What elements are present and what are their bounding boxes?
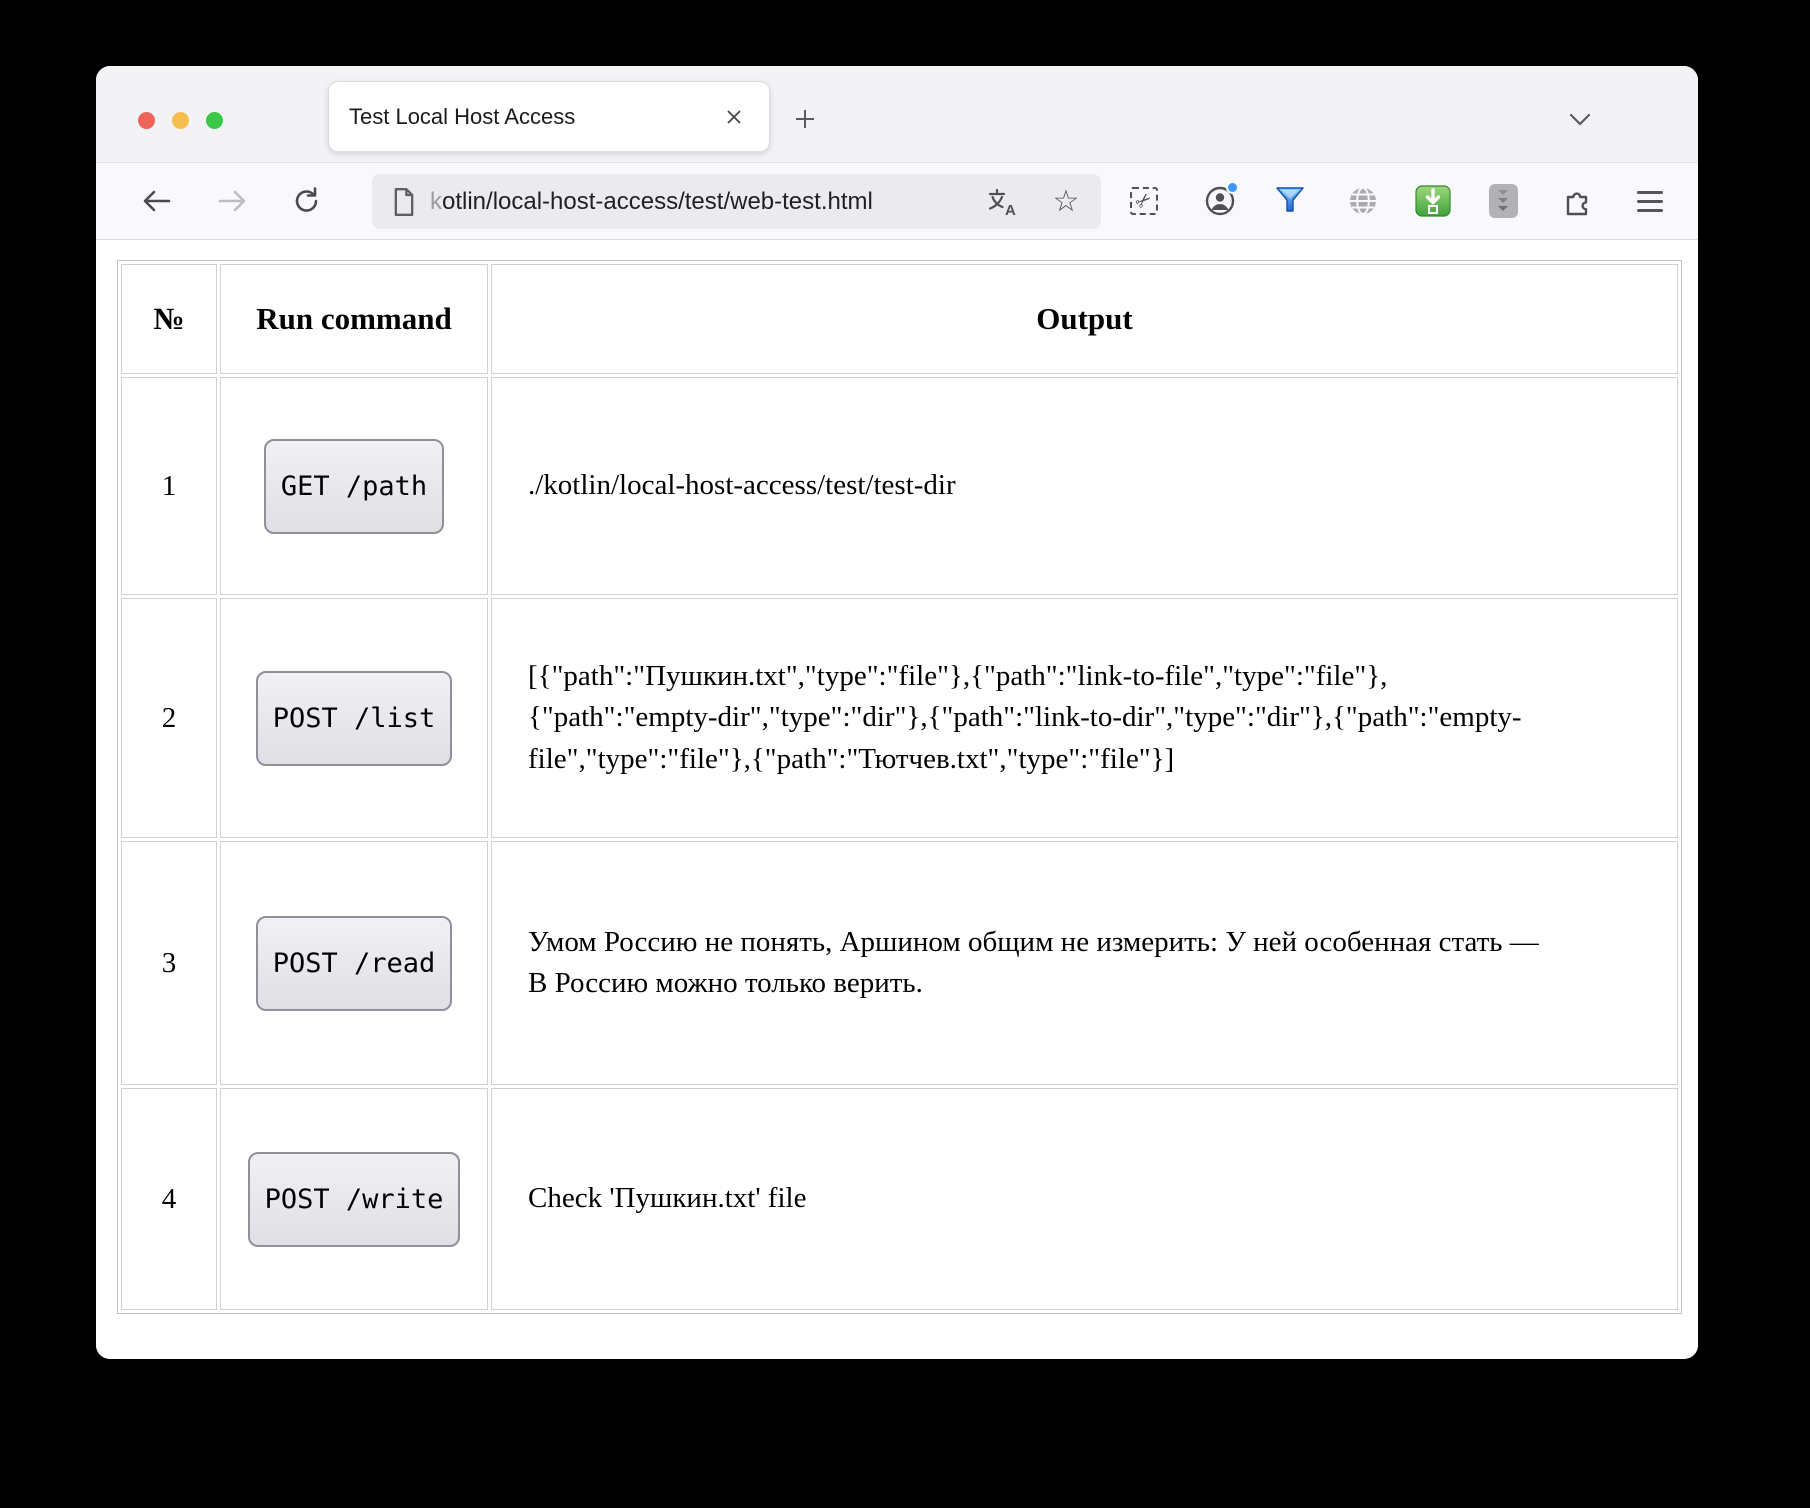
row-output: Check 'Пушкин.txt' file [491, 1088, 1678, 1310]
tab-close-icon[interactable] [719, 102, 749, 132]
row-number: 3 [121, 841, 217, 1085]
table-row: 1 GET /path ./kotlin/local-host-access/t… [121, 377, 1678, 595]
tab-bar: Test Local Host Access [96, 66, 1698, 163]
address-bar[interactable]: kotlin/local-host-access/test/web-test.h… [372, 174, 1101, 229]
url-text[interactable]: kotlin/local-host-access/test/web-test.h… [430, 188, 873, 216]
row-output: Умом Россию не понять, Аршином общим не … [491, 841, 1678, 1085]
tabs-chevron-down-icon[interactable] [1560, 100, 1600, 140]
forward-icon[interactable] [212, 181, 252, 221]
header-run-command: Run command [220, 264, 488, 374]
url-main-part: otlin/local-host-access/test/web-test.ht… [442, 188, 873, 215]
post-read-button[interactable]: POST /read [256, 916, 453, 1011]
new-tab-button[interactable] [785, 99, 825, 139]
post-list-button[interactable]: POST /list [256, 671, 453, 766]
zoom-window-button[interactable] [206, 112, 223, 129]
svg-text:A: A [1005, 202, 1016, 218]
download-folder-icon[interactable] [1413, 181, 1453, 221]
minimize-window-button[interactable] [172, 112, 189, 129]
table-row: 3 POST /read Умом Россию не понять, Арши… [121, 841, 1678, 1085]
table-row: 4 POST /write Check 'Пушкин.txt' file [121, 1088, 1678, 1310]
screenshot-scissors-icon[interactable]: ✂ [1124, 181, 1164, 221]
row-number: 2 [121, 598, 217, 838]
table-header-row: № Run command Output [121, 264, 1678, 374]
get-path-button[interactable]: GET /path [264, 439, 444, 534]
row-output: [{"path":"Пушкин.txt","type":"file"},{"p… [491, 598, 1678, 838]
bookmark-star-icon[interactable]: ☆ [1046, 182, 1086, 222]
row-number: 4 [121, 1088, 217, 1310]
back-icon[interactable] [137, 181, 177, 221]
notification-badge [1226, 181, 1239, 194]
filter-funnel-icon[interactable] [1270, 181, 1310, 221]
test-results-table: № Run command Output 1 GET /path ./kotli… [117, 260, 1682, 1314]
post-write-button[interactable]: POST /write [248, 1152, 461, 1247]
header-number: № [121, 264, 217, 374]
header-output: Output [491, 264, 1678, 374]
page-content: № Run command Output 1 GET /path ./kotli… [96, 242, 1698, 1359]
collapse-arrows-icon[interactable] [1483, 181, 1523, 221]
reload-icon[interactable] [287, 181, 327, 221]
table-row: 2 POST /list [{"path":"Пушкин.txt","type… [121, 598, 1678, 838]
menu-icon[interactable] [1630, 181, 1670, 221]
row-number: 1 [121, 377, 217, 595]
extensions-puzzle-icon[interactable] [1558, 181, 1598, 221]
browser-tab[interactable]: Test Local Host Access [328, 81, 770, 152]
navigation-toolbar: kotlin/local-host-access/test/web-test.h… [96, 163, 1698, 240]
page-icon [392, 188, 416, 216]
close-window-button[interactable] [138, 112, 155, 129]
row-output: ./kotlin/local-host-access/test/test-dir [491, 377, 1678, 595]
browser-window: Test Local Host Access [96, 66, 1698, 1359]
account-icon[interactable] [1200, 181, 1240, 221]
globe-icon[interactable] [1343, 181, 1383, 221]
translate-icon[interactable]: A [982, 182, 1022, 222]
url-faded-part: k [430, 188, 442, 215]
tab-title: Test Local Host Access [349, 104, 719, 130]
